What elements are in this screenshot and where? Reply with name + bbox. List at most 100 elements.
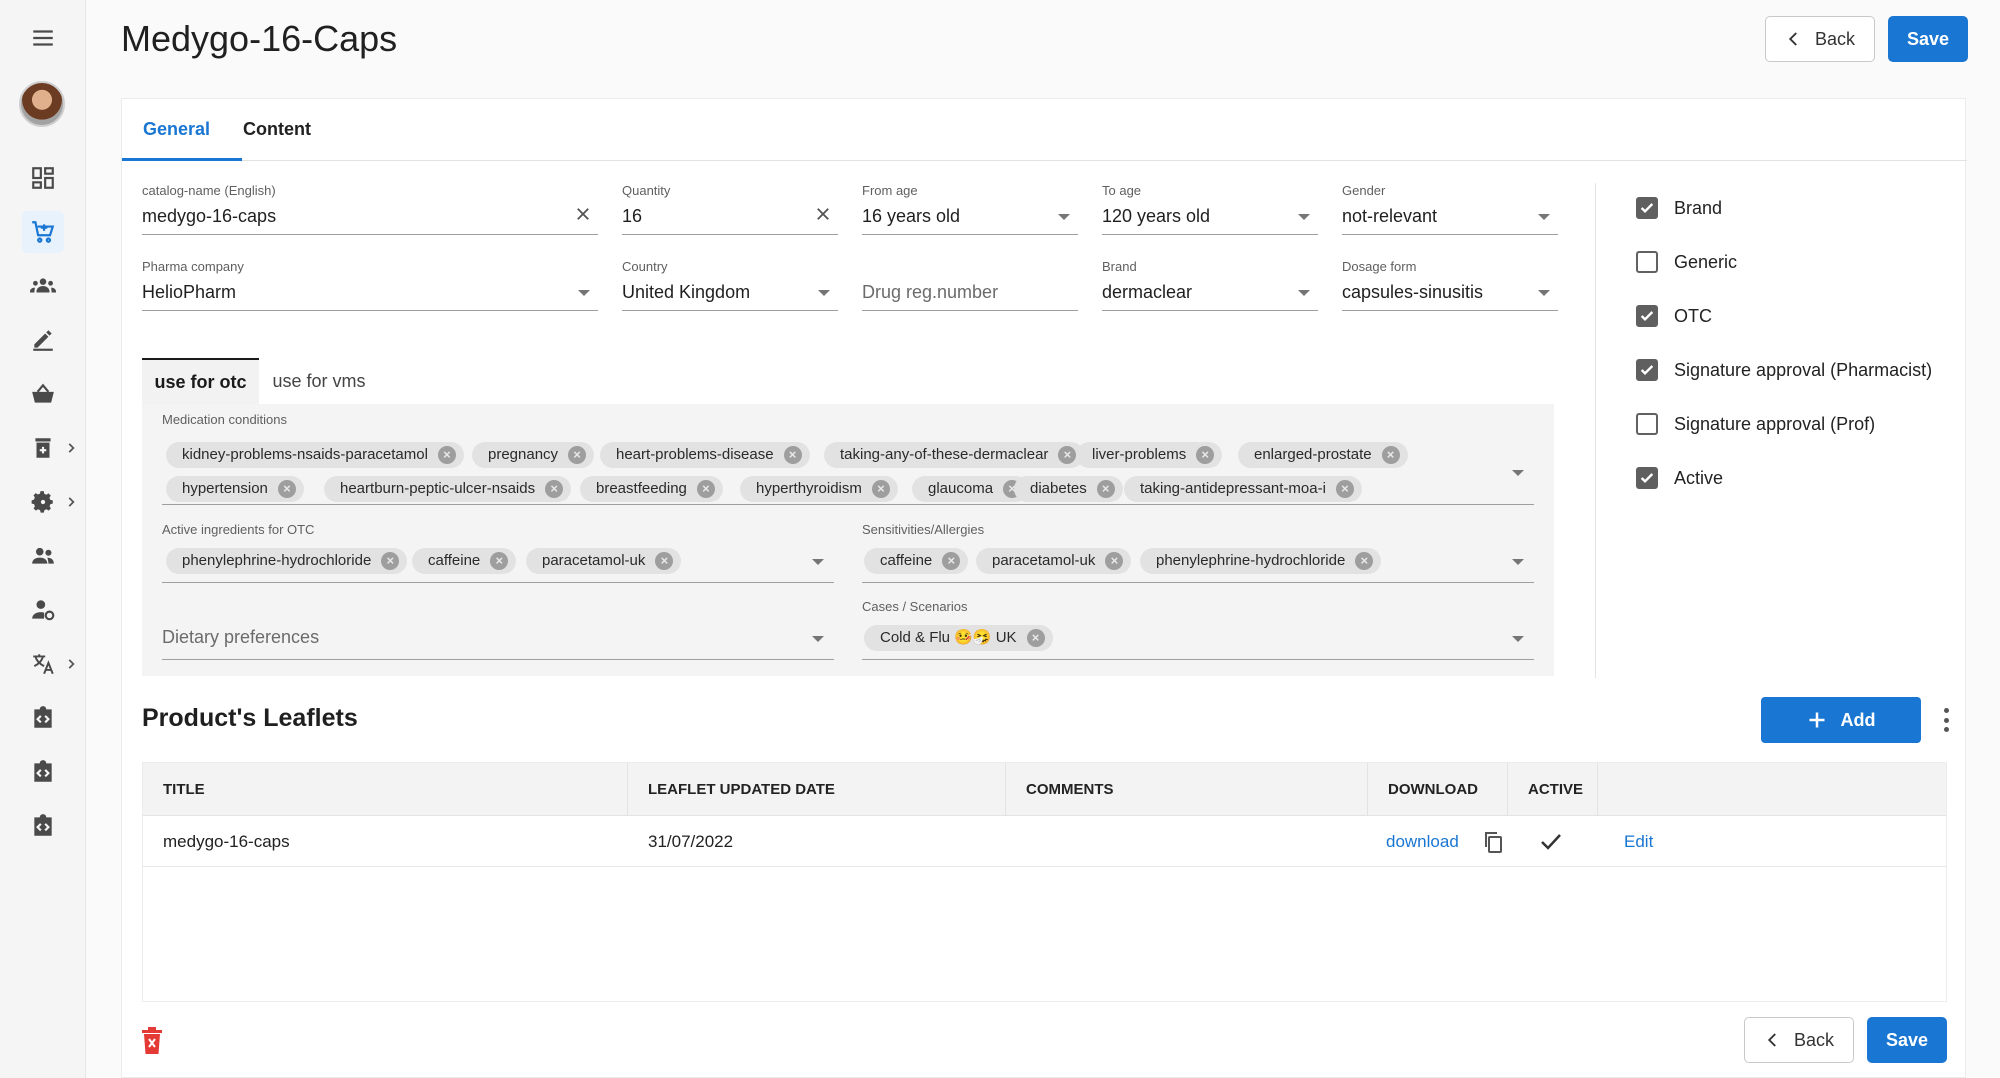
chip[interactable]: breastfeeding ×	[580, 476, 723, 502]
drug-reg-number-input[interactable]: Drug reg.number	[862, 259, 1078, 311]
code-clipboard-icon[interactable]	[22, 697, 64, 739]
tab-use-for-otc[interactable]: use for otc	[142, 358, 259, 404]
checkbox-checked-icon[interactable]	[1636, 359, 1658, 381]
close-icon[interactable]: ×	[490, 552, 509, 570]
quantity-field[interactable]: Quantity 16	[622, 183, 838, 235]
footer-back-button[interactable]: Back	[1744, 1017, 1854, 1063]
chip[interactable]: liver-problems ×	[1076, 442, 1223, 468]
medicine-icon[interactable]	[22, 427, 64, 469]
signature-pharmacist-checkbox[interactable]: Signature approval (Pharmacist)	[1636, 358, 1932, 382]
chip[interactable]: taking-antidepressant-moa-i ×	[1124, 476, 1362, 502]
sensitivities-field[interactable]: Sensitivities/Allergies caffeine × parace…	[862, 522, 1534, 583]
menu-icon[interactable]	[22, 17, 64, 59]
from-age-select[interactable]: From age 16 years old	[862, 183, 1078, 235]
close-icon[interactable]: ×	[783, 446, 802, 464]
chip[interactable]: phenylephrine-hydrochloride ×	[166, 548, 408, 574]
brand-checkbox[interactable]: Brand	[1636, 196, 1722, 220]
more-options-icon[interactable]	[1941, 708, 1951, 732]
chip[interactable]: glaucoma ×	[912, 476, 1030, 502]
dashboard-icon[interactable]	[22, 157, 64, 199]
chip[interactable]: caffeine ×	[412, 548, 517, 574]
user-settings-icon[interactable]	[22, 589, 64, 631]
chip[interactable]: kidney-problems-nsaids-paracetamol ×	[166, 442, 464, 468]
table-row[interactable]: medygo-16-caps 31/07/2022 download Edit	[143, 816, 1946, 867]
code-clipboard-icon[interactable]	[22, 751, 64, 793]
chip[interactable]: diabetes ×	[1014, 476, 1123, 502]
close-icon[interactable]: ×	[1381, 446, 1400, 464]
catalog-name-field[interactable]: catalog-name (English) medygo-16-caps	[142, 183, 598, 235]
dosage-form-select[interactable]: Dosage form capsules-sinusitis	[1342, 259, 1558, 311]
close-icon[interactable]: ×	[1335, 480, 1354, 498]
download-link[interactable]: download	[1386, 832, 1459, 852]
close-icon[interactable]: ×	[277, 480, 296, 498]
chip[interactable]: phenylephrine-hydrochloride ×	[1140, 548, 1382, 574]
code-clipboard-icon[interactable]	[22, 805, 64, 847]
close-icon[interactable]: ×	[545, 480, 564, 498]
brand-select[interactable]: Brand dermaclear	[1102, 259, 1318, 311]
close-icon[interactable]: ×	[655, 552, 674, 570]
trash-icon[interactable]	[140, 1027, 164, 1055]
avatar[interactable]	[19, 81, 65, 127]
basket-icon[interactable]	[22, 373, 64, 415]
chip[interactable]: caffeine ×	[864, 548, 969, 574]
close-icon[interactable]: ×	[1105, 552, 1124, 570]
tab-general[interactable]: General	[143, 119, 210, 140]
gear-icon[interactable]	[22, 481, 64, 523]
close-icon[interactable]: ×	[568, 446, 587, 464]
chip[interactable]: heartburn-peptic-ulcer-nsaids ×	[324, 476, 572, 502]
tab-content[interactable]: Content	[243, 119, 311, 140]
edit-icon[interactable]	[22, 319, 64, 361]
close-icon[interactable]: ×	[1058, 446, 1077, 464]
active-ingredients-field[interactable]: Active ingredients for OTC phenylephrine…	[162, 522, 834, 583]
people-icon[interactable]	[22, 535, 64, 577]
to-age-select[interactable]: To age 120 years old	[1102, 183, 1318, 235]
chip[interactable]: hyperthyroidism ×	[740, 476, 898, 502]
chip[interactable]: paracetamol-uk ×	[976, 548, 1132, 574]
close-icon[interactable]: ×	[381, 552, 400, 570]
cases-scenarios-field[interactable]: Cases / Scenarios Cold & Flu 🤒🤧 UK ×	[862, 599, 1534, 660]
footer-save-button[interactable]: Save	[1867, 1017, 1947, 1063]
chip[interactable]: taking-any-of-these-dermaclear ×	[824, 442, 1085, 468]
gender-select[interactable]: Gender not-relevant	[1342, 183, 1558, 235]
column-header-active[interactable]: ACTIVE	[1508, 763, 1598, 816]
checkbox-unchecked-icon[interactable]	[1636, 251, 1658, 273]
close-icon[interactable]: ×	[1355, 552, 1374, 570]
pharma-company-select[interactable]: Pharma company HelioPharm	[142, 259, 598, 311]
checkbox-checked-icon[interactable]	[1636, 197, 1658, 219]
tab-use-for-vms[interactable]: use for vms	[259, 358, 379, 404]
close-icon[interactable]: ×	[1026, 629, 1045, 647]
column-header-title[interactable]: TITLE	[143, 763, 628, 816]
chip[interactable]: heart-problems-disease ×	[600, 442, 810, 468]
checkbox-checked-icon[interactable]	[1636, 305, 1658, 327]
close-icon[interactable]: ×	[1096, 480, 1115, 498]
close-icon[interactable]: ×	[1196, 446, 1215, 464]
active-checkbox[interactable]: Active	[1636, 466, 1723, 490]
generic-checkbox[interactable]: Generic	[1636, 250, 1737, 274]
chip[interactable]: pregnancy ×	[472, 442, 595, 468]
country-select[interactable]: Country United Kingdom	[622, 259, 838, 311]
edit-link[interactable]: Edit	[1624, 832, 1653, 852]
close-icon[interactable]	[574, 205, 592, 223]
column-header-download[interactable]: DOWNLOAD	[1368, 763, 1508, 816]
chip[interactable]: hypertension ×	[166, 476, 304, 502]
cart-icon[interactable]	[22, 211, 64, 253]
close-icon[interactable]	[814, 205, 832, 223]
medication-conditions-field[interactable]: Medication conditions kidney-problems-ns…	[162, 412, 1534, 505]
save-button[interactable]: Save	[1888, 16, 1968, 62]
column-header-comments[interactable]: COMMENTS	[1006, 763, 1368, 816]
chip[interactable]: paracetamol-uk ×	[526, 548, 682, 574]
dietary-preferences-select[interactable]: Dietary preferences	[162, 599, 834, 660]
copy-icon[interactable]	[1481, 829, 1505, 855]
close-icon[interactable]: ×	[437, 446, 456, 464]
otc-checkbox[interactable]: OTC	[1636, 304, 1712, 328]
column-header-date[interactable]: LEAFLET UPDATED DATE	[628, 763, 1006, 816]
chip[interactable]: Cold & Flu 🤒🤧 UK ×	[864, 625, 1053, 651]
close-icon[interactable]: ×	[942, 552, 961, 570]
chip[interactable]: enlarged-prostate ×	[1238, 442, 1408, 468]
back-button[interactable]: Back	[1765, 16, 1875, 62]
signature-prof-checkbox[interactable]: Signature approval (Prof)	[1636, 412, 1875, 436]
checkbox-checked-icon[interactable]	[1636, 467, 1658, 489]
groups-icon[interactable]	[22, 265, 64, 307]
add-leaflet-button[interactable]: Add	[1761, 697, 1921, 743]
close-icon[interactable]: ×	[696, 480, 715, 498]
